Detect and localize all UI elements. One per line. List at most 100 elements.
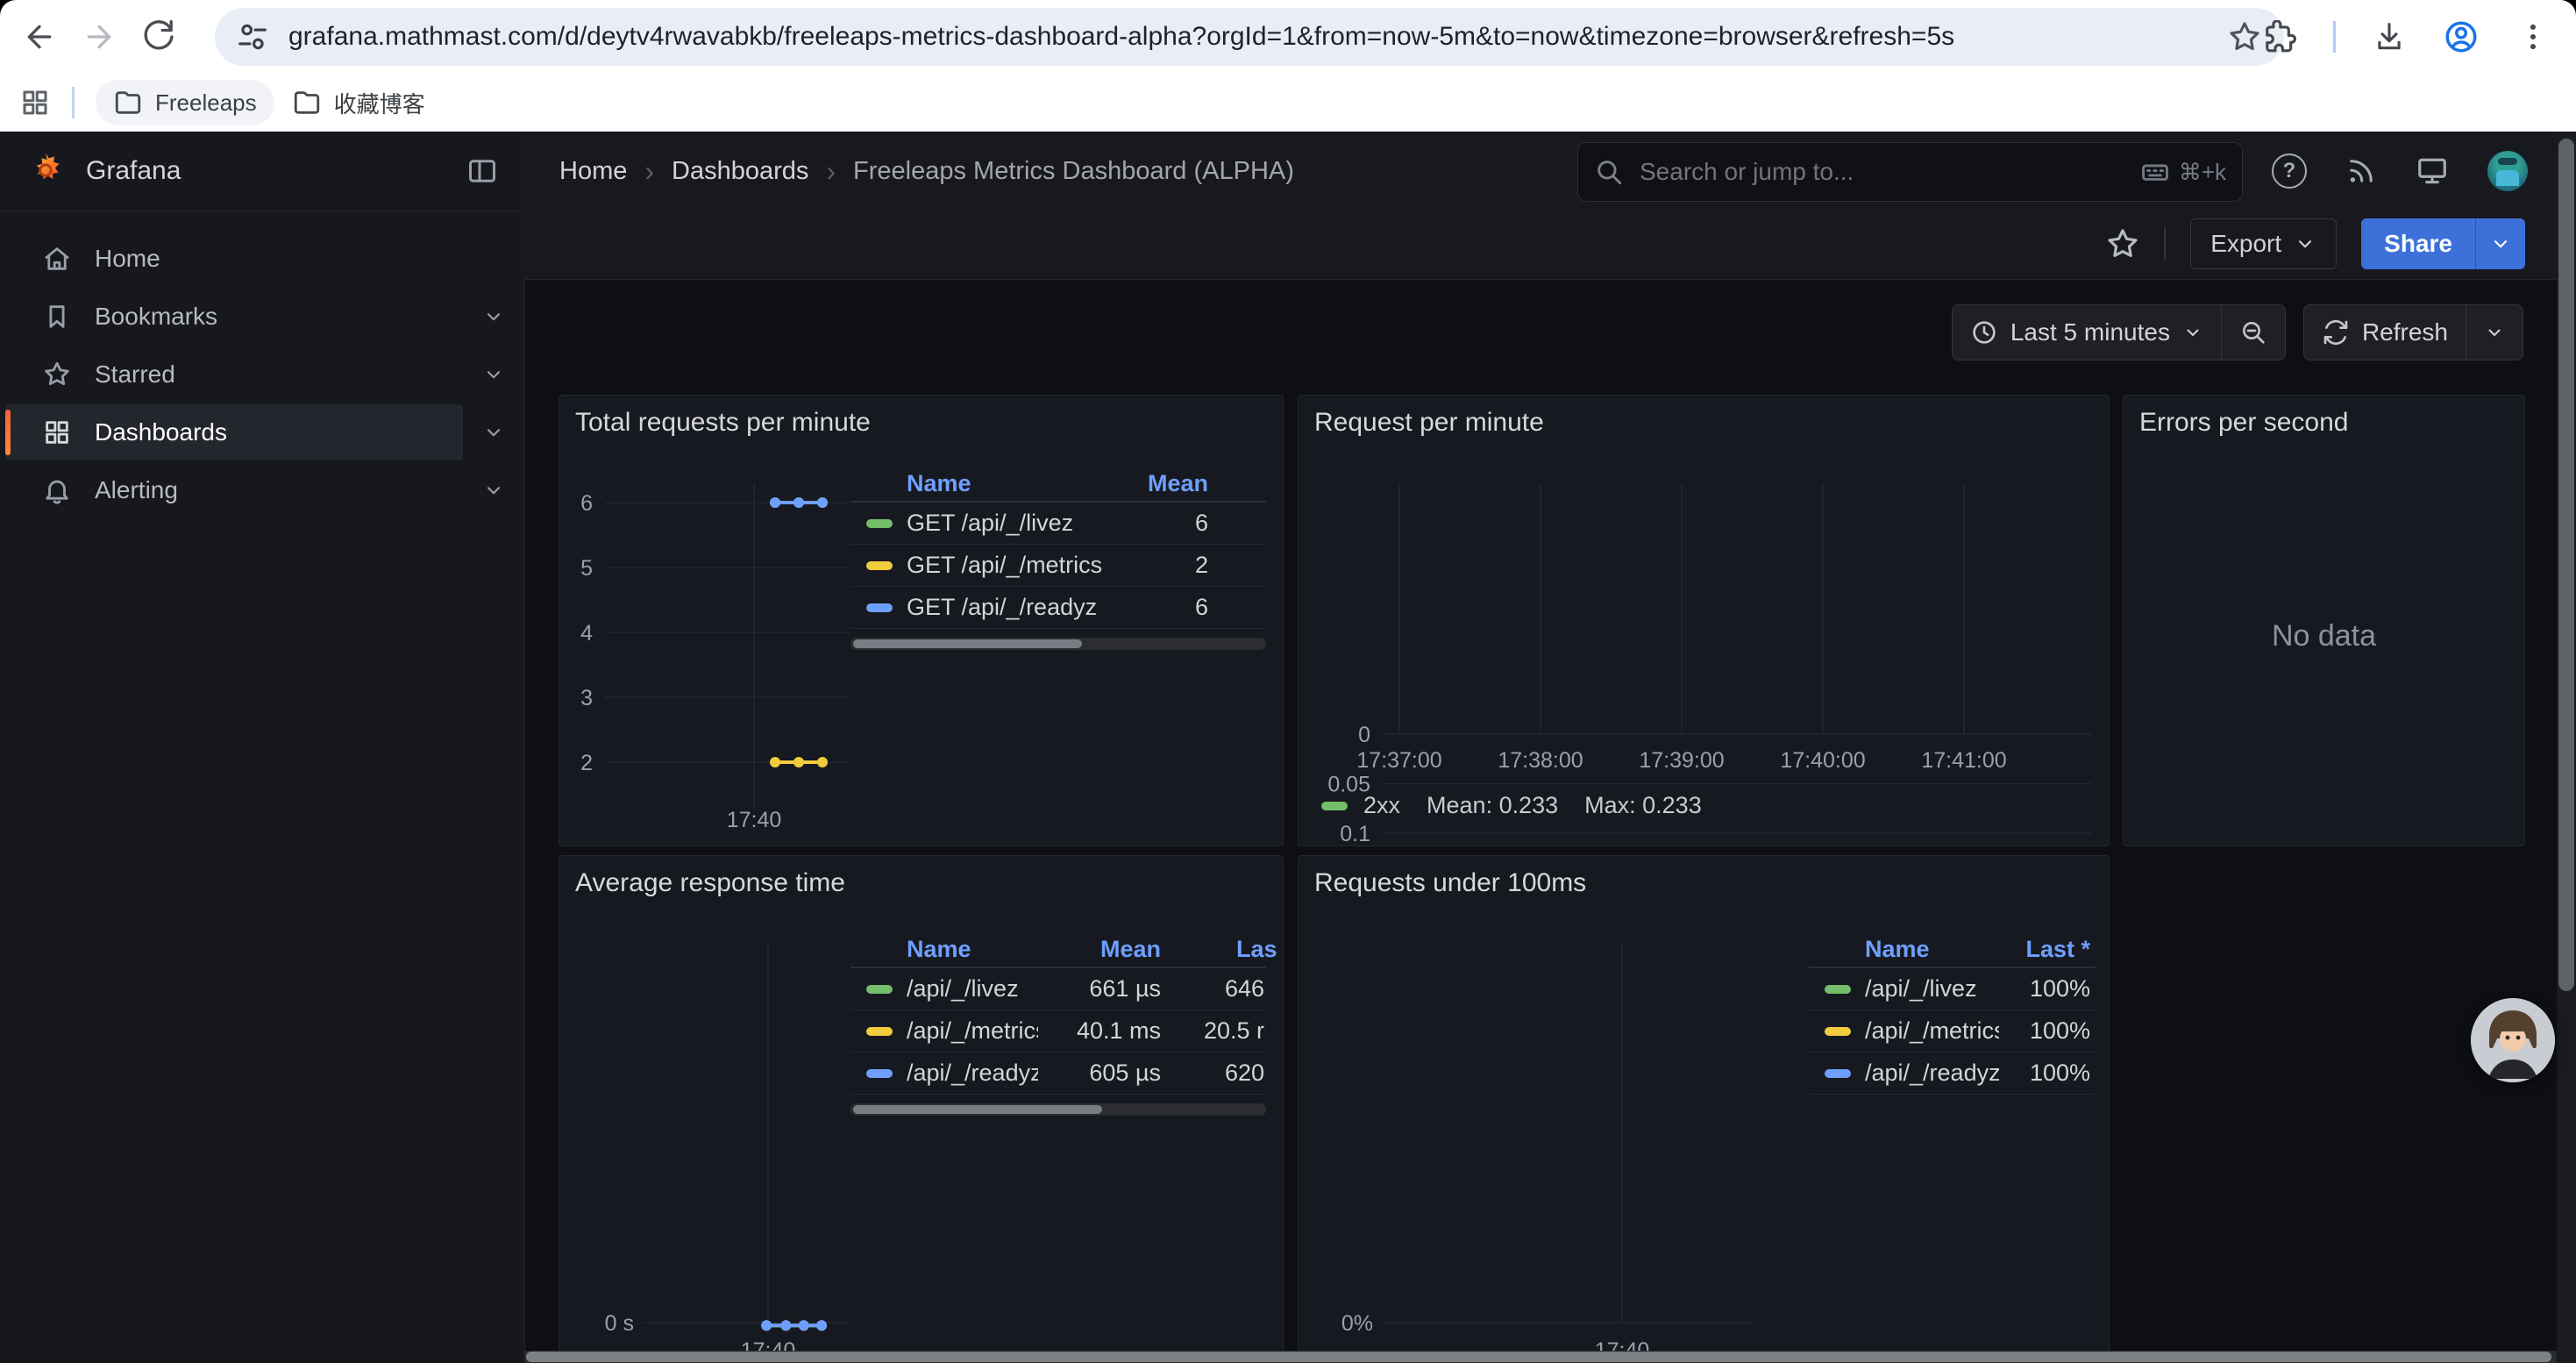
collapse-sidebar-icon[interactable] — [466, 155, 498, 187]
series-name[interactable]: /api/_/livez — [1865, 975, 1977, 1003]
breadcrumb-current: Freeleaps Metrics Dashboard (ALPHA) — [853, 157, 1294, 186]
scrollbar-thumb[interactable] — [853, 639, 1082, 648]
legend-row[interactable]: /api/_/readyz100% — [1809, 1053, 2096, 1095]
svg-text:2: 2 — [580, 751, 593, 775]
legend-row[interactable]: /api/_/readyz605 µs620 — [850, 1053, 1266, 1095]
series-name[interactable]: /api/_/readyz — [1865, 1060, 1999, 1087]
legend-row[interactable]: /api/_/livez661 µs646 — [850, 968, 1266, 1010]
legend-row[interactable]: GET /api/_/metrics2 — [850, 545, 1266, 587]
sidebar-item-starred[interactable]: Starred — [5, 346, 463, 403]
news-rss-icon[interactable] — [2345, 155, 2377, 187]
toolbar-divider — [2164, 227, 2166, 260]
sidebar-item-bookmarks[interactable]: Bookmarks — [5, 289, 463, 345]
downloads-icon[interactable] — [2373, 20, 2406, 54]
refresh-interval-button[interactable] — [2466, 304, 2523, 360]
search-box[interactable]: ⌘+k — [1577, 142, 2243, 202]
series-name[interactable]: /api/_/metrics — [907, 1017, 1038, 1045]
panel-title[interactable]: Errors per second — [2139, 408, 2348, 438]
svg-text:4: 4 — [580, 621, 593, 646]
back-button[interactable] — [19, 17, 60, 57]
sidebar-item-home[interactable]: Home — [5, 231, 463, 287]
panel-errors-per-second[interactable]: Errors per second No data — [2123, 395, 2525, 846]
assistant-avatar-widget[interactable] — [2471, 998, 2555, 1082]
user-avatar[interactable] — [2487, 151, 2528, 191]
series-name[interactable]: /api/_/readyz — [907, 1060, 1038, 1087]
bookmark-item-freeleaps[interactable]: Freeleaps — [96, 80, 274, 125]
zoom-out-button[interactable] — [2222, 304, 2286, 360]
keyboard-icon — [2140, 157, 2170, 187]
url-text[interactable]: grafana.mathmast.com/d/deytv4rwavabkb/fr… — [288, 22, 2228, 52]
export-button[interactable]: Export — [2190, 218, 2337, 269]
share-menu-button[interactable] — [2475, 218, 2525, 269]
horizontal-scrollbar[interactable] — [524, 1351, 2557, 1363]
kiosk-monitor-icon[interactable] — [2416, 154, 2449, 188]
scrollbar-thumb[interactable] — [526, 1352, 2551, 1362]
legend-row[interactable]: /api/_/livez 100% — [1809, 968, 2096, 1010]
legend-column-header[interactable]: Name — [850, 936, 1038, 963]
forward-button[interactable] — [79, 17, 119, 57]
chevron-down-icon[interactable] — [482, 363, 505, 386]
legend-scrollbar[interactable] — [850, 638, 1266, 650]
apps-grid-icon[interactable] — [19, 87, 51, 118]
legend-row[interactable]: GET /api/_/readyz6 — [850, 587, 1266, 629]
legend-table: NameMeanGET /api/_/livez6GET /api/_/metr… — [850, 466, 1266, 650]
profile-icon[interactable] — [2443, 18, 2480, 55]
legend-column-header[interactable]: Last * — [1999, 936, 2096, 963]
bookmark-star-icon[interactable] — [2228, 20, 2261, 54]
breadcrumb-home[interactable]: Home — [559, 157, 627, 186]
svg-text:17:38:00: 17:38:00 — [1498, 748, 1583, 773]
chevron-down-icon[interactable] — [482, 305, 505, 328]
sidebar-item-dashboards[interactable]: Dashboards — [5, 404, 463, 460]
sidebar-nav: Home Bookmarks Starred Dashboards Alerti… — [0, 211, 524, 518]
breadcrumb-dashboards[interactable]: Dashboards — [672, 157, 808, 186]
panel-request-per-minute[interactable]: Request per minute 0.250.20.150.10.05017… — [1298, 395, 2110, 846]
chevron-down-icon[interactable] — [482, 421, 505, 444]
help-icon[interactable]: ? — [2272, 153, 2307, 189]
series-name[interactable]: /api/_/metrics — [1865, 1017, 1999, 1045]
series-name[interactable]: GET /api/_/livez — [907, 510, 1073, 537]
legend-scrollbar[interactable] — [850, 1103, 1266, 1116]
legend-column-header[interactable]: Name — [1809, 936, 1999, 963]
search-input[interactable] — [1638, 157, 2140, 187]
legend-column-header[interactable]: Mean — [1038, 936, 1161, 963]
sidebar-item-label: Dashboards — [95, 418, 227, 446]
series-name[interactable]: /api/_/livez — [907, 975, 1019, 1003]
series-value: 620 — [1161, 1060, 1266, 1087]
series-value: 661 µs — [1038, 975, 1161, 1003]
panel-average-response-time[interactable]: Average response time 80 ms60 ms40 ms20 … — [559, 855, 1284, 1363]
extensions-icon[interactable] — [2263, 20, 2296, 54]
legend-row[interactable]: GET /api/_/livez6 — [850, 503, 1266, 545]
address-bar[interactable]: grafana.mathmast.com/d/deytv4rwavabkb/fr… — [215, 8, 2284, 66]
chevron-down-icon[interactable] — [482, 479, 505, 502]
bookmark-item-blogs[interactable]: 收藏博客 — [274, 80, 443, 125]
series-value: 100% — [1999, 975, 2096, 1003]
legend-table: NameLast */api/_/livez100%/api/_/metrics… — [1809, 931, 2096, 1095]
site-settings-icon[interactable] — [236, 20, 269, 54]
legend-column-header[interactable]: Las — [1161, 936, 1266, 963]
browser-menu-icon[interactable] — [2516, 20, 2550, 54]
series-name[interactable]: GET /api/_/readyz — [907, 594, 1097, 621]
bar-chart[interactable]: 0.250.20.150.10.05017:37:0017:38:0017:39… — [1299, 396, 2110, 846]
scrollbar-thumb[interactable] — [853, 1105, 1102, 1114]
share-button[interactable]: Share — [2361, 218, 2475, 269]
legend-column-header[interactable]: Name — [850, 470, 1103, 497]
series-name[interactable]: GET /api/_/metrics — [907, 552, 1102, 579]
svg-text:3: 3 — [580, 686, 593, 710]
refresh-button[interactable]: Refresh — [2303, 304, 2466, 360]
browser-chrome: grafana.mathmast.com/d/deytv4rwavabkb/fr… — [0, 0, 2576, 132]
panel-requests-under-100ms[interactable]: Requests under 100ms 100%80%60%40%20%0%1… — [1298, 855, 2110, 1363]
time-range-picker[interactable]: Last 5 minutes — [1952, 304, 2222, 360]
legend-row[interactable]: /api/_/metrics40.1 ms20.5 r — [850, 1010, 1266, 1053]
legend-row[interactable]: /api/_/metrics100% — [1809, 1010, 2096, 1053]
legend-series[interactable]: 2xx — [1363, 792, 1400, 819]
share-split-button: Share — [2361, 218, 2525, 269]
series-color-chip — [1825, 985, 1851, 994]
sidebar-item-alerting[interactable]: Alerting — [5, 462, 463, 518]
scrollbar-thumb[interactable] — [2558, 139, 2574, 991]
vertical-scrollbar[interactable] — [2557, 132, 2576, 1363]
favorite-star-icon[interactable] — [2106, 227, 2139, 260]
legend-column-header[interactable]: Mean — [1103, 470, 1266, 497]
panel-total-requests[interactable]: Total requests per minute 6543217:40 Nam… — [559, 395, 1284, 846]
reload-button[interactable] — [139, 17, 179, 57]
grafana-logo[interactable] — [26, 152, 65, 190]
